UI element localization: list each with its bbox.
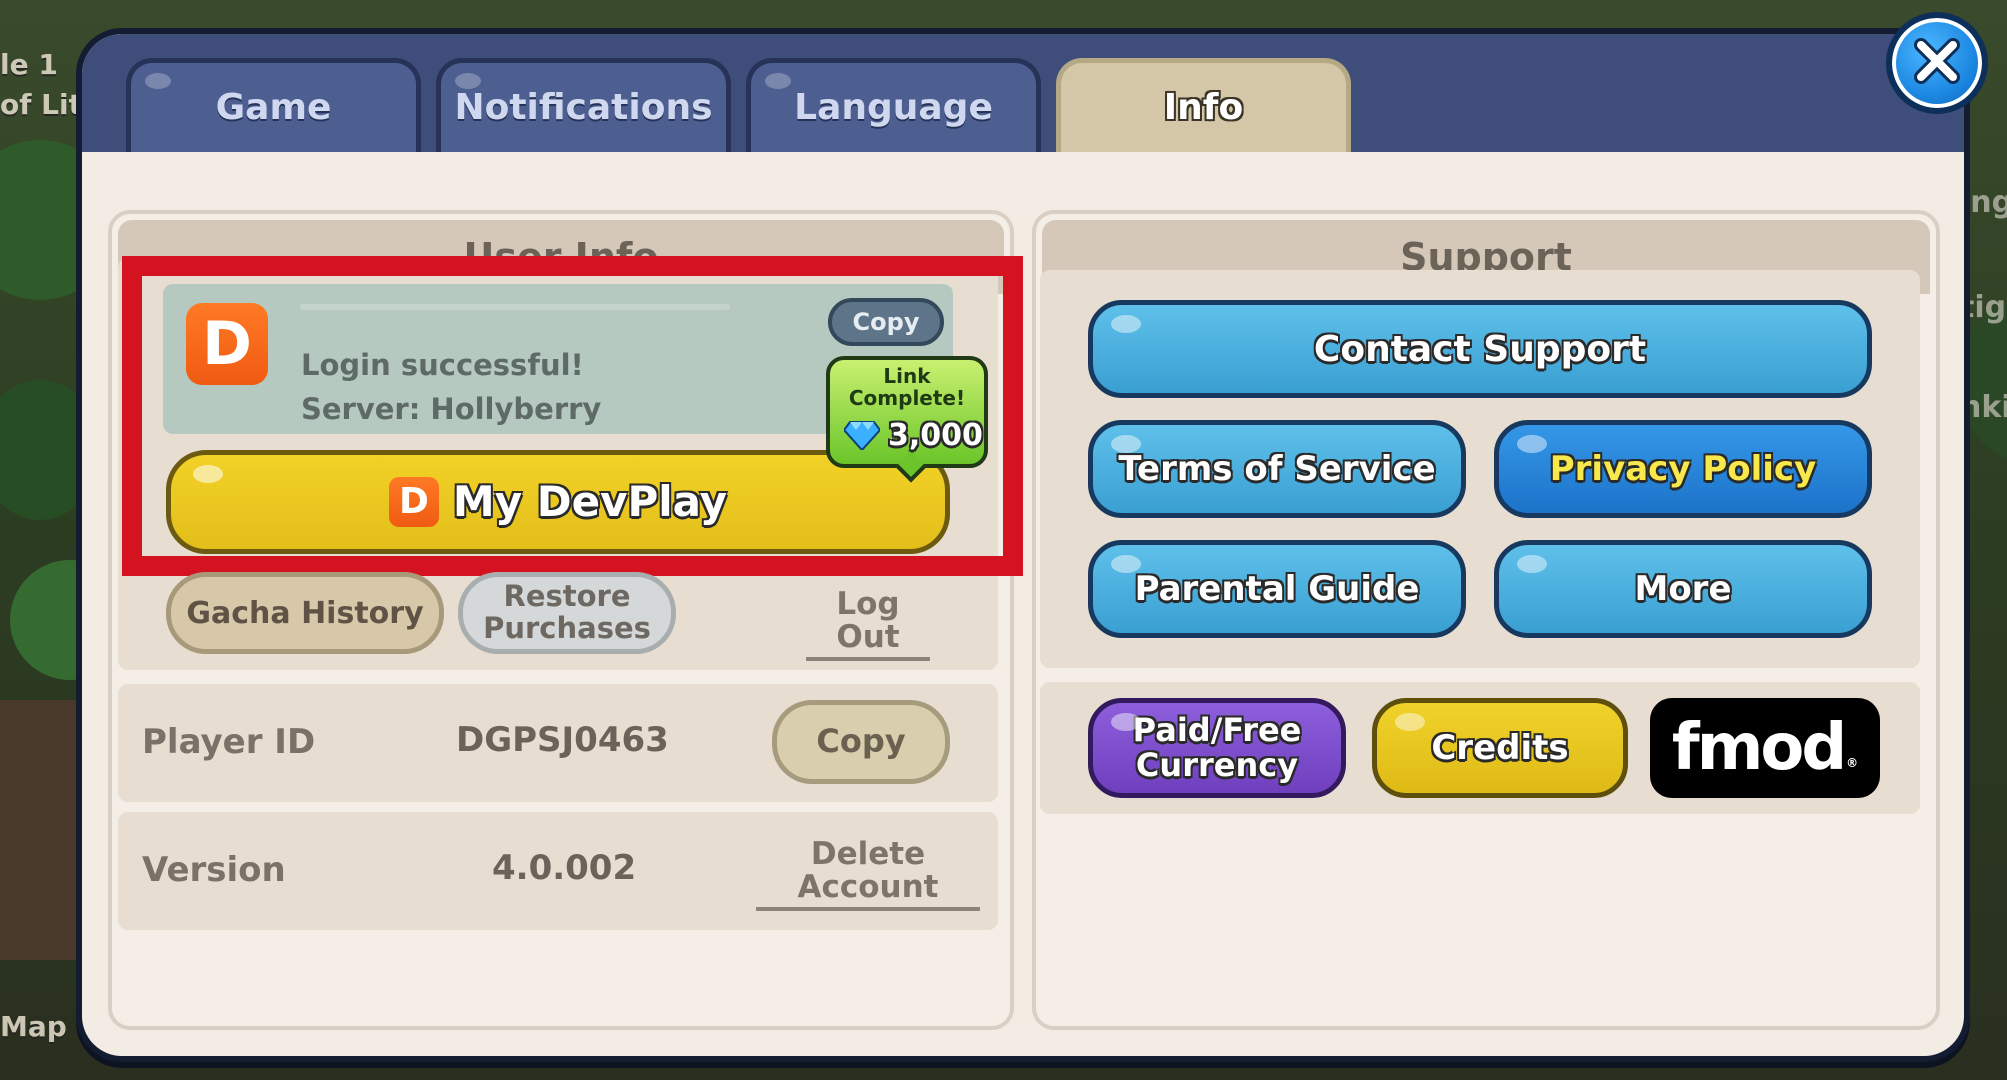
tab-info[interactable]: Info bbox=[1056, 58, 1351, 152]
devplay-button-logo-icon: D bbox=[388, 477, 439, 527]
link-complete-badge: Link Complete! 3,000 bbox=[826, 356, 988, 483]
badge-line-1: Link bbox=[883, 364, 931, 388]
gacha-history-button[interactable]: Gacha History bbox=[166, 572, 444, 654]
copy-account-button[interactable]: Copy bbox=[828, 298, 944, 346]
player-id-value: DGPSJ0463 bbox=[456, 720, 669, 760]
tab-language[interactable]: Language bbox=[746, 58, 1041, 152]
devplay-button-shine bbox=[193, 465, 223, 483]
background-text-2: of Lit bbox=[0, 88, 82, 121]
contact-support-label: Contact Support bbox=[1313, 328, 1647, 370]
my-devplay-button[interactable]: D My DevPlay bbox=[166, 450, 950, 554]
paid-free-line-1: Paid/Free bbox=[1132, 710, 1302, 749]
account-name-placeholder bbox=[300, 304, 730, 310]
privacy-policy-label: Privacy Policy bbox=[1549, 449, 1817, 489]
terms-of-service-button[interactable]: Terms of Service bbox=[1088, 420, 1466, 518]
delete-account-line-2: Account bbox=[797, 868, 939, 905]
terms-of-service-label: Terms of Service bbox=[1118, 449, 1436, 489]
login-status: Login successful! bbox=[301, 348, 584, 382]
badge-line-2: Complete! bbox=[848, 386, 966, 410]
delete-account-line-1: Delete bbox=[810, 836, 926, 872]
tab-notifications[interactable]: Notifications bbox=[436, 58, 731, 152]
gacha-history-label: Gacha History bbox=[186, 595, 424, 631]
badge-amount: 3,000 bbox=[888, 418, 983, 453]
paid-free-line-2: Currency bbox=[1135, 746, 1299, 784]
tab-info-label: Info bbox=[1163, 87, 1244, 128]
close-x-icon bbox=[1911, 35, 1963, 91]
delete-account-link[interactable]: Delete Account bbox=[756, 836, 980, 912]
tab-bar: Game Notifications Language Info bbox=[82, 34, 1964, 152]
close-button[interactable] bbox=[1886, 12, 1988, 114]
my-devplay-label: My DevPlay bbox=[452, 476, 728, 526]
credits-button[interactable]: Credits bbox=[1372, 698, 1628, 798]
contact-support-button[interactable]: Contact Support bbox=[1088, 300, 1872, 398]
diamond-icon bbox=[842, 420, 882, 452]
more-button[interactable]: More bbox=[1494, 540, 1872, 638]
restore-purchases-button[interactable]: Restore Purchases bbox=[458, 572, 676, 654]
devplay-logo-letter: D bbox=[202, 309, 252, 379]
copy-player-id-label: Copy bbox=[816, 722, 906, 761]
devplay-logo-icon: D bbox=[186, 303, 268, 385]
restore-purchases-line-1: Restore bbox=[503, 579, 631, 614]
more-label: More bbox=[1634, 569, 1732, 609]
registered-mark-icon: ® bbox=[1846, 756, 1859, 770]
devplay-button-logo-letter: D bbox=[398, 481, 429, 523]
credits-label: Credits bbox=[1431, 728, 1569, 768]
fmod-logo[interactable]: fmod ® bbox=[1650, 698, 1880, 798]
privacy-policy-button[interactable]: Privacy Policy bbox=[1494, 420, 1872, 518]
version-label: Version bbox=[142, 850, 286, 890]
map-label[interactable]: Map bbox=[0, 1010, 67, 1043]
tab-notifications-label: Notifications bbox=[454, 87, 713, 128]
copy-account-label: Copy bbox=[852, 307, 920, 336]
parental-guide-button[interactable]: Parental Guide bbox=[1088, 540, 1466, 638]
player-id-label: Player ID bbox=[142, 722, 316, 762]
tab-game[interactable]: Game bbox=[126, 58, 421, 152]
version-value: 4.0.002 bbox=[492, 848, 637, 888]
tab-game-label: Game bbox=[215, 87, 332, 128]
background-text-1: le 1 bbox=[0, 48, 58, 81]
tab-language-label: Language bbox=[794, 87, 993, 128]
paid-free-currency-button[interactable]: Paid/Free Currency bbox=[1088, 698, 1346, 798]
restore-purchases-line-2: Purchases bbox=[483, 611, 651, 645]
server-name: Server: Hollyberry bbox=[301, 392, 602, 426]
fmod-logo-text: fmod bbox=[1671, 711, 1847, 785]
logout-link[interactable]: Log Out bbox=[806, 588, 930, 662]
parental-guide-label: Parental Guide bbox=[1134, 569, 1420, 609]
copy-player-id-button[interactable]: Copy bbox=[772, 700, 950, 784]
